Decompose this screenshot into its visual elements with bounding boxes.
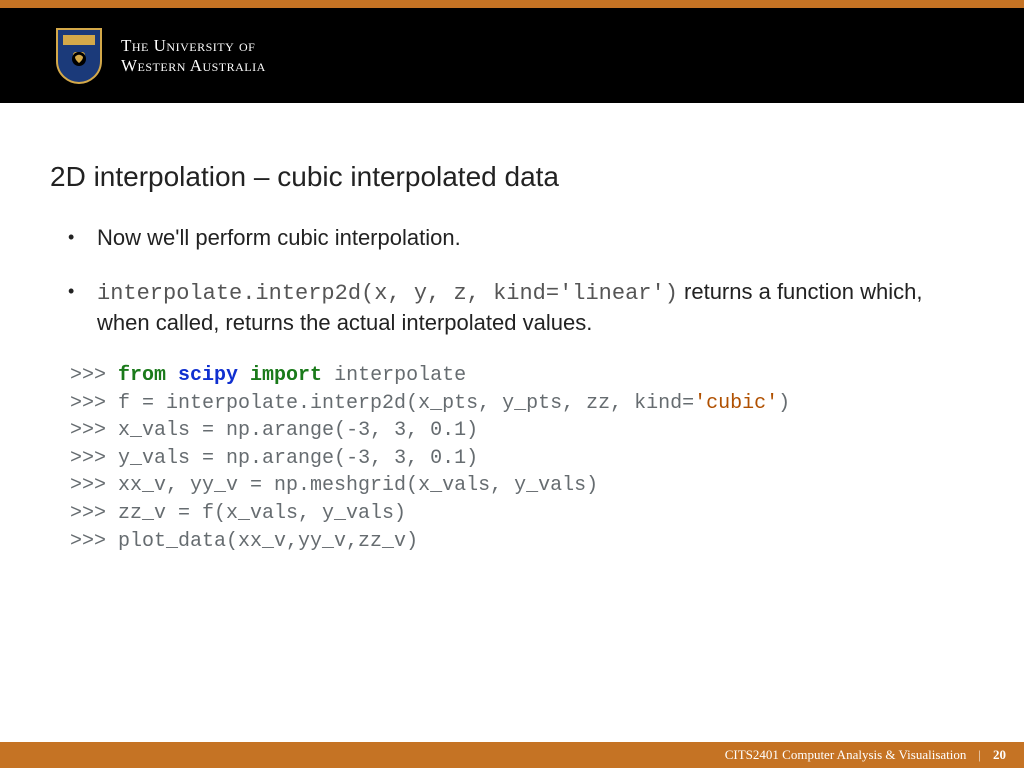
keyword-scipy: scipy [166,364,250,387]
code-prompt: >>> [70,530,118,553]
content-area: 2D interpolation – cubic interpolated da… [0,103,1024,742]
code-prompt: >>> [70,419,118,442]
code-prompt: >>> [70,447,118,470]
code-text: , [406,447,430,470]
code-number: 3 [394,419,406,442]
code-number: -3 [346,447,370,470]
code-number: 0.1 [430,447,466,470]
code-number: -3 [346,419,370,442]
footer-course: CITS2401 Computer Analysis & Visualisati… [725,747,967,763]
code-number: 3 [394,447,406,470]
slide: The University of Western Australia 2D i… [0,0,1024,768]
slide-title: 2D interpolation – cubic interpolated da… [50,161,974,193]
bullet-1-text: Now we'll perform cubic interpolation. [97,225,461,250]
keyword-from: from [118,364,166,387]
code-text: interpolate [322,364,466,387]
university-crest-icon [55,27,103,85]
bullet-2: interpolate.interp2d(x, y, z, kind='line… [92,277,974,338]
code-text: x_vals = np.arange( [118,419,346,442]
code-text: ) [778,392,790,415]
bullet-list: Now we'll perform cubic interpolation. i… [50,223,974,338]
code-string: 'cubic' [694,392,778,415]
page-number: 20 [993,747,1006,763]
code-prompt: >>> [70,474,118,497]
code-text: , [370,419,394,442]
top-accent-bar [0,0,1024,8]
uni-line-1: The University of [121,36,266,56]
code-number: 0.1 [430,419,466,442]
code-prompt: >>> [70,502,118,525]
header: The University of Western Australia [0,8,1024,103]
code-block: >>> from scipy import interpolate >>> f … [50,362,974,555]
code-text: plot_data(xx_v,yy_v,zz_v) [118,530,418,553]
code-prompt: >>> [70,364,118,387]
code-prompt: >>> [70,392,118,415]
code-text: xx_v, yy_v = np.meshgrid(x_vals, y_vals) [118,474,598,497]
code-text: zz_v = f(x_vals, y_vals) [118,502,406,525]
keyword-import: import [250,364,322,387]
footer-bar: CITS2401 Computer Analysis & Visualisati… [0,742,1024,768]
code-text: f = interpolate.interp2d(x_pts, y_pts, z… [118,392,694,415]
code-text: ) [466,419,478,442]
bullet-2-code: interpolate.interp2d(x, y, z, kind='line… [97,281,678,306]
uni-line-2: Western Australia [121,56,266,76]
code-text: y_vals = np.arange( [118,447,346,470]
code-text: , [370,447,394,470]
footer-divider: | [978,747,981,763]
university-name: The University of Western Australia [121,36,266,76]
code-text: , [406,419,430,442]
bullet-1: Now we'll perform cubic interpolation. [92,223,974,253]
code-text: ) [466,447,478,470]
